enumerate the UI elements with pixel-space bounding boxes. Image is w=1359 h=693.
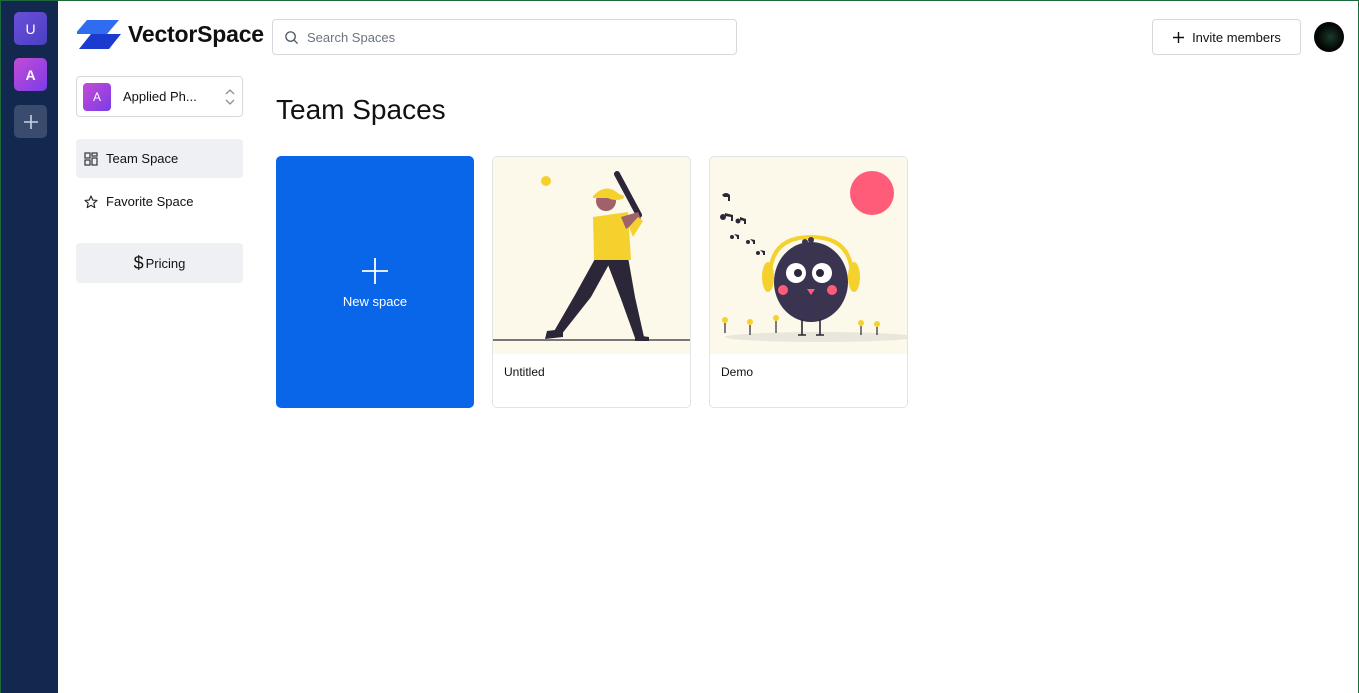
vectorspace-logo-icon: [77, 20, 121, 49]
new-space-card[interactable]: New space: [276, 156, 474, 408]
pricing-button[interactable]: $ Pricing: [76, 243, 243, 283]
sidebar-item-favorite-space[interactable]: Favorite Space: [76, 182, 243, 221]
search-box[interactable]: [272, 19, 737, 55]
user-avatar[interactable]: [1314, 22, 1344, 52]
app-name: VectorSpace: [128, 20, 264, 47]
plus-icon: [1173, 31, 1185, 43]
search-icon: [285, 30, 299, 44]
sidebar-item-label: Favorite Space: [106, 194, 194, 209]
app-window: U A VectorSpace Invite members A Applied…: [1, 1, 1358, 693]
workspace-rail: U A: [1, 1, 58, 693]
invite-members-label: Invite members: [1192, 29, 1281, 45]
workspace-badge: A: [83, 82, 111, 111]
workspace-selector[interactable]: A Applied Ph...: [76, 76, 243, 117]
pricing-label: Pricing: [145, 255, 186, 271]
music-bird-illustration: [710, 157, 907, 354]
add-workspace-button[interactable]: [14, 105, 47, 138]
space-card-untitled[interactable]: Untitled: [492, 156, 691, 408]
sidebar-item-label: Team Space: [106, 151, 179, 166]
workspace-a-button[interactable]: A: [14, 58, 47, 91]
baseball-player-illustration: [493, 157, 690, 354]
workspace-name: Applied Ph...: [123, 89, 197, 104]
grid-icon: [84, 151, 98, 166]
search-input[interactable]: [307, 29, 707, 45]
sidebar-item-team-space[interactable]: Team Space: [76, 139, 243, 178]
plus-icon: [23, 114, 38, 129]
app-logo[interactable]: VectorSpace: [77, 18, 264, 50]
invite-members-button[interactable]: Invite members: [1152, 19, 1301, 55]
star-icon: [84, 194, 98, 208]
new-space-label: New space: [342, 293, 408, 309]
space-card-demo[interactable]: Demo: [709, 156, 908, 408]
workspace-u-button[interactable]: U: [14, 12, 47, 45]
page-title: Team Spaces: [276, 94, 446, 125]
plus-icon: [362, 257, 388, 284]
space-name: Untitled: [504, 365, 545, 379]
dollar-icon: $: [133, 253, 144, 273]
chevron-up-down-icon: [225, 89, 235, 105]
space-name: Demo: [721, 365, 754, 379]
